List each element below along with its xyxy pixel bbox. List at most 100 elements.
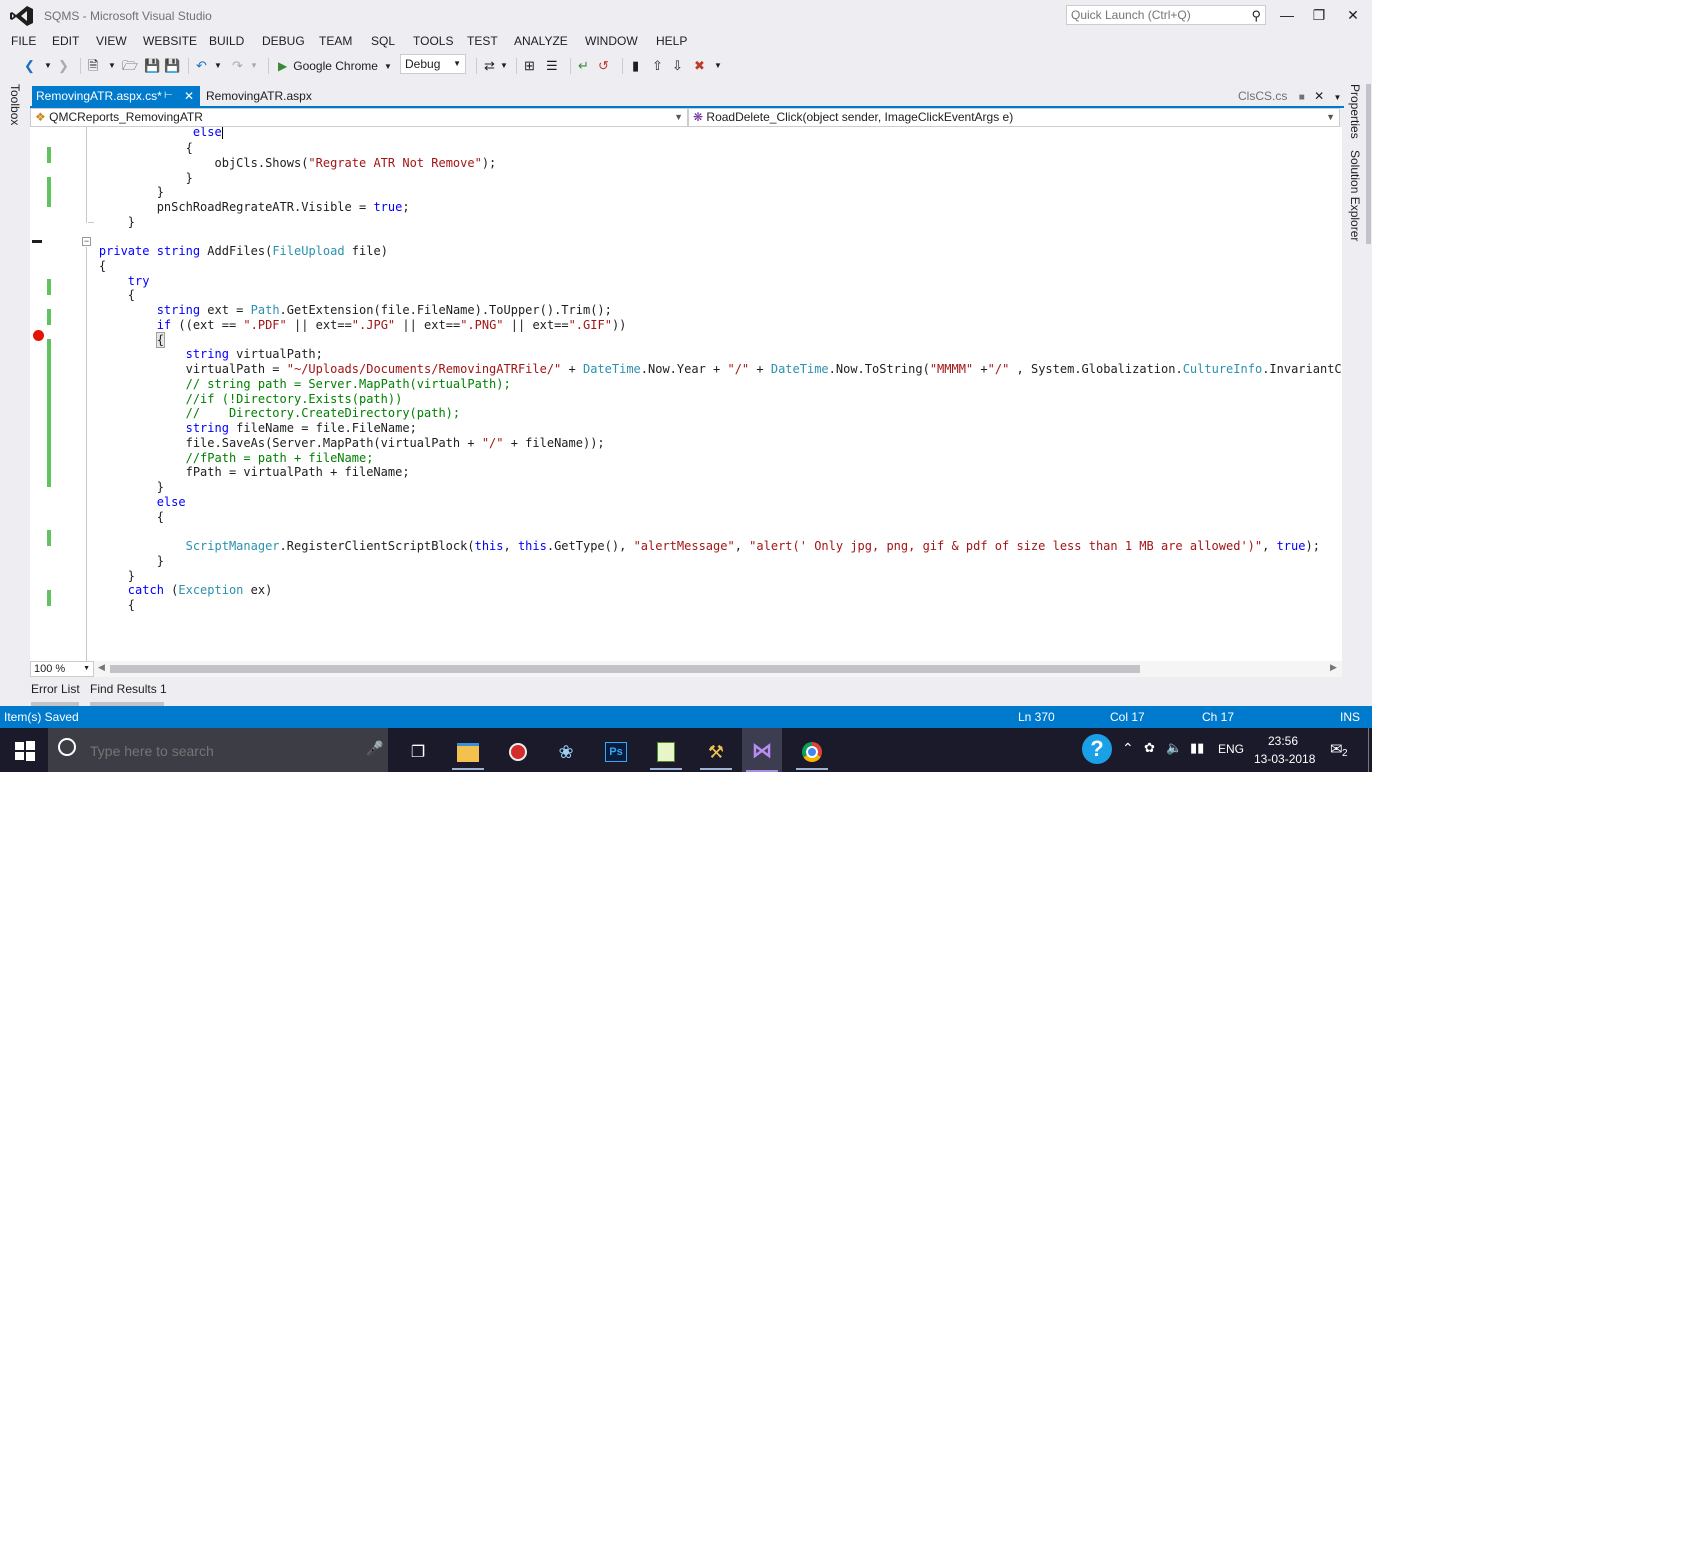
solution-configuration-select[interactable]: Debug ▼	[400, 54, 466, 74]
run-target-dropdown-icon[interactable]: ▼	[384, 62, 392, 71]
taskbar-search-input[interactable]	[88, 740, 342, 762]
pin-icon[interactable]: ⊢	[164, 86, 173, 106]
changed-line-marker	[47, 309, 51, 325]
volume-icon[interactable]: 🔈	[1166, 740, 1182, 756]
menu-window[interactable]: WINDOW	[585, 34, 638, 48]
solution-explorer-tab[interactable]: Solution Explorer	[1348, 150, 1362, 241]
bookmark-icon[interactable]: ▮	[632, 58, 639, 74]
show-hidden-icons-icon[interactable]: ⌃	[1122, 740, 1134, 757]
taskbar-file-explorer[interactable]	[448, 734, 488, 770]
next-bookmark-icon[interactable]: ⇩	[672, 58, 683, 74]
properties-tab[interactable]: Properties	[1348, 84, 1362, 139]
quick-launch[interactable]: ⚲	[1066, 5, 1266, 25]
tools-icon: ⚒	[707, 741, 725, 762]
menu-debug[interactable]: DEBUG	[262, 34, 305, 48]
menu-website[interactable]: WEBSITE	[143, 34, 197, 48]
menu-build[interactable]: BUILD	[209, 34, 244, 48]
tab-removingatr-aspx-cs[interactable]: RemovingATR.aspx.cs* ⊢ ✕	[32, 86, 200, 106]
menu-sql[interactable]: SQL	[371, 34, 395, 48]
tab-clscs-cs[interactable]: ClsCS.cs ■ ✕ ▼	[1238, 86, 1341, 106]
scroll-right-icon[interactable]: ▶	[1330, 662, 1337, 673]
redo-icon[interactable]: ↷	[232, 58, 243, 74]
find-in-files-icon[interactable]: ⊞	[524, 58, 535, 74]
menu-team[interactable]: TEAM	[319, 34, 352, 48]
minimize-button[interactable]: —	[1272, 2, 1302, 28]
toolbox-strip[interactable]: Toolbox	[8, 84, 26, 144]
zoom-level-select[interactable]: 100 % ▼	[30, 661, 94, 677]
battery-icon[interactable]: ▮▮	[1190, 740, 1204, 756]
menu-analyze[interactable]: ANALYZE	[514, 34, 568, 48]
search-icon[interactable]: ⚲	[1251, 8, 1261, 24]
start-debugging-button[interactable]: ▶ Google Chrome ▼	[278, 57, 392, 75]
clear-bookmarks-icon[interactable]: ✖	[694, 58, 705, 74]
undo-dropdown-icon[interactable]: ▼	[214, 58, 222, 74]
taskbar-app-red[interactable]	[498, 734, 538, 770]
help-icon[interactable]: ?	[1082, 734, 1112, 764]
taskbar-tools-app[interactable]: ⚒	[696, 734, 736, 770]
tab-removingatr-aspx[interactable]: RemovingATR.aspx	[204, 86, 312, 106]
restore-button[interactable]: ❐	[1304, 2, 1334, 28]
open-file-icon[interactable]: 🗁	[122, 58, 138, 74]
breakpoint-icon[interactable]	[33, 330, 44, 341]
menu-edit[interactable]: EDIT	[52, 34, 79, 48]
menu-file[interactable]: FILE	[11, 34, 36, 48]
show-desktop-button[interactable]	[1368, 728, 1369, 772]
new-dropdown-icon[interactable]: ▼	[108, 58, 116, 74]
browser-link-dropdown-icon[interactable]: ▼	[500, 58, 508, 74]
toolbar-options-icon[interactable]: ▼	[714, 58, 722, 74]
taskbar-notepad[interactable]	[646, 734, 686, 770]
navigate-forward-icon[interactable]: ❯	[58, 58, 69, 74]
previous-bookmark-icon[interactable]: ⇧	[652, 58, 663, 74]
changed-line-marker	[47, 177, 51, 207]
navigate-back-icon[interactable]: ❮	[24, 58, 35, 74]
menu-view[interactable]: VIEW	[96, 34, 127, 48]
close-icon: ✕	[1347, 7, 1359, 23]
taskbar-visual-studio[interactable]: ⋈	[742, 728, 782, 772]
member-navigation-dropdown[interactable]: ❋ RoadDelete_Click(object sender, ImageC…	[688, 108, 1340, 127]
close-button[interactable]: ✕	[1338, 2, 1368, 28]
document-tabs: RemovingATR.aspx.cs* ⊢ ✕ RemovingATR.asp…	[30, 86, 1344, 108]
scroll-left-icon[interactable]: ◀	[98, 662, 105, 673]
menu-help[interactable]: HELP	[656, 34, 687, 48]
task-view-button[interactable]: ❐	[398, 734, 438, 770]
taskbar-search[interactable]: 🎤	[48, 728, 388, 772]
changed-line-marker	[47, 530, 51, 546]
code-editor[interactable]: − else { objCls.Shows("Regrate ATR Not R…	[30, 127, 1342, 661]
notification-count: 2	[1342, 748, 1348, 759]
save-all-icon[interactable]: 💾	[164, 58, 180, 74]
menu-test[interactable]: TEST	[467, 34, 498, 48]
uncomment-icon[interactable]: ↺	[598, 58, 609, 74]
close-tab-icon[interactable]: ✕	[184, 86, 194, 106]
taskbar-app-paint[interactable]: ❀	[546, 734, 586, 770]
clock-date[interactable]: 13-03-2018	[1254, 752, 1315, 766]
undo-icon[interactable]: ↶	[196, 58, 207, 74]
pin-icon[interactable]: ■	[1299, 92, 1305, 103]
status-insert-mode: INS	[1340, 710, 1361, 724]
redo-dropdown-icon[interactable]: ▼	[250, 58, 258, 74]
tab-overflow-icon[interactable]: ▼	[1333, 93, 1341, 102]
quick-launch-input[interactable]	[1067, 6, 1241, 24]
action-center-button[interactable]: ✉ 2	[1330, 740, 1352, 759]
toolbox-tab[interactable]: Toolbox	[8, 84, 22, 125]
taskbar-google-chrome[interactable]	[792, 734, 832, 770]
browser-link-icon[interactable]: ⇄	[484, 58, 495, 74]
clock-time[interactable]: 23:56	[1268, 734, 1298, 748]
comment-icon[interactable]: ↵	[578, 58, 589, 74]
taskbar-photoshop[interactable]: Ps	[596, 734, 636, 770]
microphone-icon[interactable]: 🎤	[366, 740, 383, 757]
input-language[interactable]: ENG	[1218, 742, 1244, 756]
code-text[interactable]: else { objCls.Shows("Regrate ATR Not Rem…	[70, 127, 1342, 661]
class-navigation-dropdown[interactable]: ❖ QMCReports_RemovingATR ▼	[30, 108, 688, 127]
solution-navigator-icon[interactable]: ☰	[546, 58, 558, 74]
horizontal-scroll-thumb[interactable]	[110, 665, 1140, 673]
tab-find-results-1[interactable]: Find Results 1	[90, 682, 167, 706]
windows-start-icon[interactable]	[14, 740, 36, 762]
back-dropdown-icon[interactable]: ▼	[44, 58, 52, 74]
tab-error-list[interactable]: Error List	[31, 682, 80, 706]
new-project-icon[interactable]: 🗎	[88, 58, 98, 74]
network-icon[interactable]: ✿	[1144, 740, 1155, 756]
save-icon[interactable]: 💾	[144, 58, 160, 74]
close-tab-icon[interactable]: ✕	[1314, 89, 1324, 103]
menu-tools[interactable]: TOOLS	[413, 34, 453, 48]
title-bar: SQMS - Microsoft Visual Studio ⚲ — ❐ ✕	[0, 0, 1372, 32]
